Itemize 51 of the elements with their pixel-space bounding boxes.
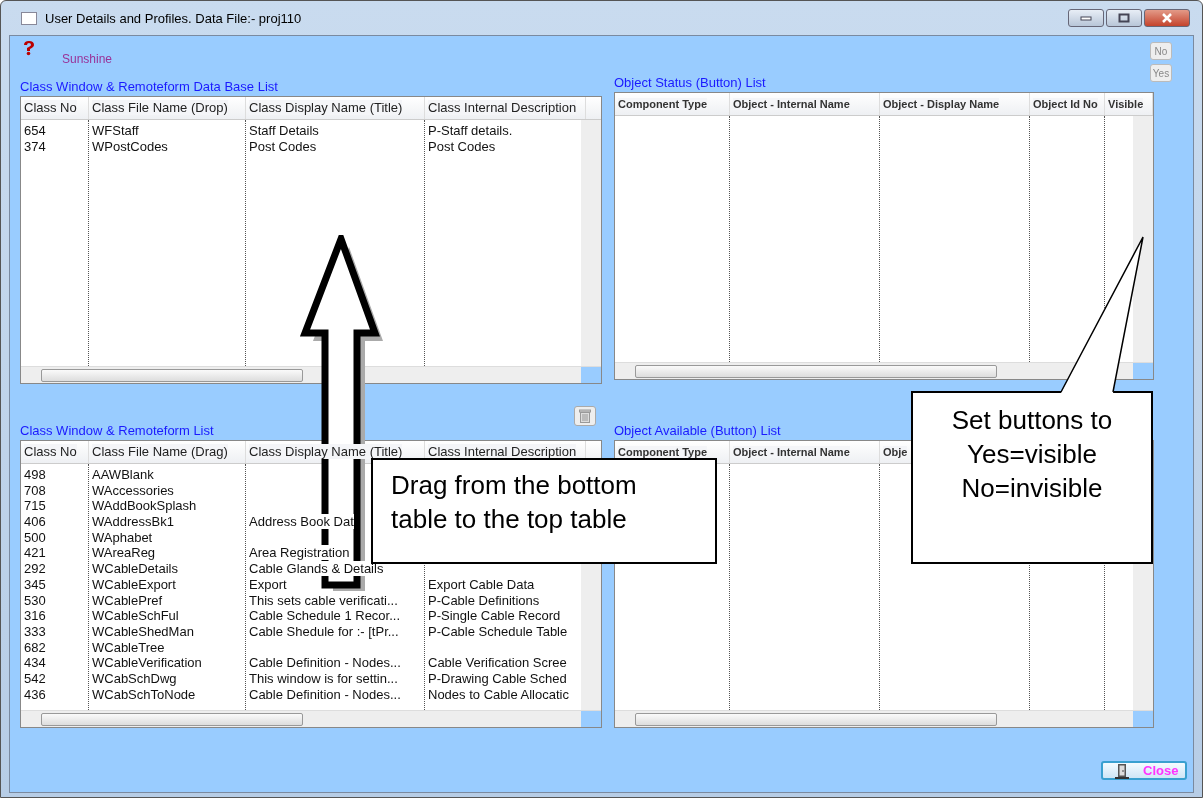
table-cell: 498	[24, 467, 46, 482]
help-icon[interactable]	[22, 40, 36, 56]
column-header[interactable]: Class No	[24, 444, 77, 459]
table-cell: WAddBookSplash	[92, 498, 197, 514]
close-button[interactable]	[1144, 9, 1190, 27]
table-cell: Staff Details	[249, 123, 319, 138]
window-title: User Details and Profiles. Data File:- proj110	[45, 10, 302, 26]
scrollbar-corner	[581, 367, 601, 383]
maximize-icon	[1118, 13, 1130, 23]
column-header[interactable]: Object - Internal Name	[733, 98, 850, 110]
vertical-scrollbar[interactable]	[1133, 116, 1153, 362]
column-header[interactable]: Component Type	[618, 446, 707, 458]
scrollbar-corner	[1133, 711, 1153, 727]
table-cell: WAreaReg	[92, 545, 156, 561]
trash-button[interactable]	[574, 406, 596, 426]
scrollbar-corner	[581, 711, 601, 727]
column-header[interactable]: Class Display Name (Title)	[249, 100, 403, 115]
annotation-tooltip: Set buttons to Yes=visible No=invisible	[911, 391, 1153, 564]
annotation-tooltip: Drag from the bottom table to the top table	[371, 458, 717, 564]
table-cell: P-Staff details.	[428, 123, 513, 138]
minimize-button[interactable]	[1068, 9, 1104, 27]
list-title: Object Status (Button) List	[614, 74, 767, 92]
column-header[interactable]: Visible	[1108, 98, 1144, 110]
maximize-button[interactable]	[1106, 9, 1142, 27]
column-header[interactable]: Class File Name (Drop)	[92, 100, 228, 115]
column-header[interactable]: Object - Display Name	[883, 98, 1000, 110]
list-title: Object Available (Button) List	[614, 422, 782, 440]
column-header[interactable]: Class File Name (Drag)	[92, 444, 228, 459]
column-header[interactable]: Class Display Name (Title)	[249, 444, 403, 459]
list-title: Class Window & Remoteform Data Base List	[20, 78, 279, 96]
column-header[interactable]: Object - Internal Name	[733, 446, 850, 458]
table-cell: AAWBlank	[92, 467, 154, 482]
window-icon	[21, 11, 37, 25]
column-header[interactable]: Object Id No	[1033, 98, 1098, 110]
table-cell: Address Book Dat	[249, 514, 354, 530]
table-cell: Area Registration	[249, 545, 350, 561]
door-icon	[1115, 762, 1129, 779]
list-title: Class Window & Remoteform List	[20, 422, 214, 440]
trash-icon	[579, 409, 591, 423]
vertical-scrollbar[interactable]	[581, 120, 601, 366]
table-cell: WFStaff	[92, 123, 139, 138]
column-header[interactable]: Component Type	[618, 98, 707, 110]
column-header[interactable]: Class Internal Description	[428, 100, 577, 115]
user-name: Sunshine	[62, 52, 113, 66]
minimize-icon	[1080, 15, 1092, 21]
close-icon	[1161, 13, 1173, 23]
table-cell: P-Single Cable Record	[428, 608, 561, 624]
column-header[interactable]: Class No	[24, 100, 77, 115]
scrollbar-corner	[1133, 363, 1153, 379]
column-header[interactable]: Obje	[883, 446, 908, 458]
table-cell: 654	[24, 123, 46, 138]
